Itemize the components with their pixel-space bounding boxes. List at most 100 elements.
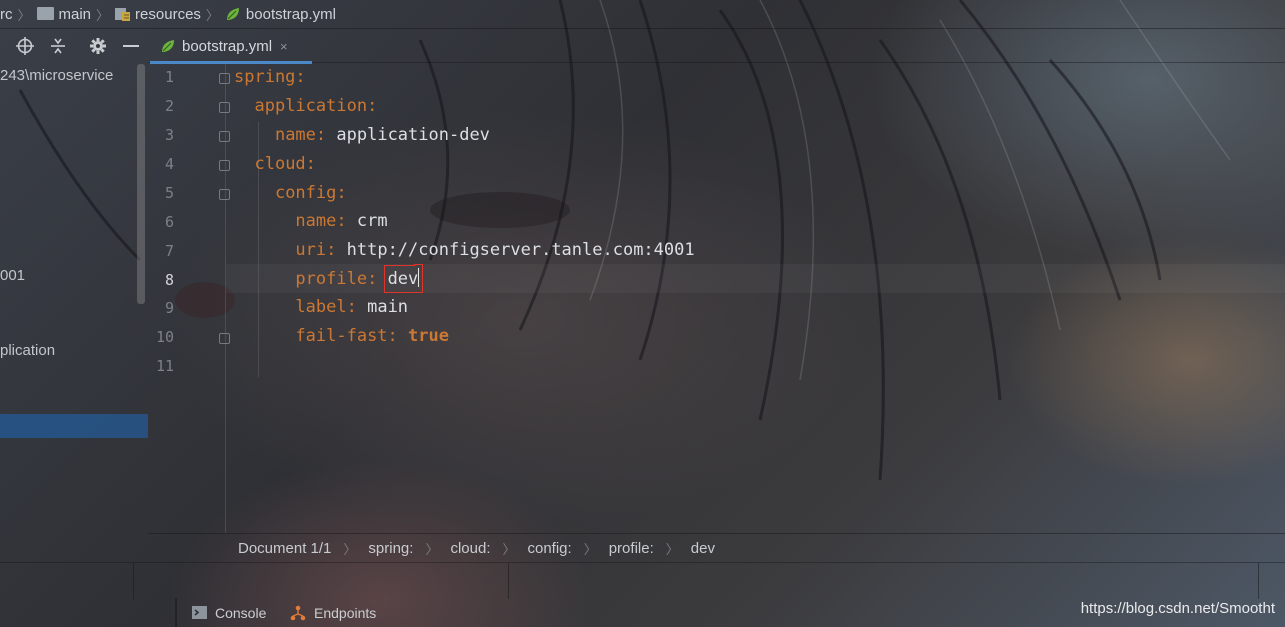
line-number: 10 (155, 328, 174, 346)
breadcrumb-label: bootstrap.yml (245, 5, 336, 23)
breadcrumb-label: rc (0, 5, 13, 23)
editor-gutter: 1 2 3 4 5 6 7 8 9 10 11 (148, 63, 230, 533)
tree-row-selected[interactable] (0, 414, 148, 438)
breadcrumb-separator: 〉 (96, 7, 110, 23)
tree-row-application[interactable]: plication (0, 342, 55, 359)
editor-tab-bar: bootstrap.yml × (148, 29, 1285, 64)
code-line: config: (274, 183, 347, 203)
endpoints-label: Endpoints (314, 604, 377, 621)
highlighted-value[interactable]: dev (383, 265, 424, 293)
breadcrumb-separator: 〉 (343, 541, 357, 557)
file-breadcrumb: rc 〉 main 〉 resources 〉 bootstrap.yml (0, 0, 1285, 29)
breadcrumb-separator: 〉 (425, 541, 439, 557)
breadcrumb-label: main (58, 5, 92, 23)
collapse-icon[interactable] (48, 36, 68, 56)
project-panel: 243\microservice 001 plication (0, 29, 148, 596)
code-line: uri: http://configserver.tanle.com:4001 (295, 240, 695, 260)
panel-divider (508, 563, 509, 599)
line-number: 7 (164, 242, 174, 260)
yaml-key: application (254, 96, 368, 116)
endpoints-icon (290, 605, 306, 620)
yaml-value: crm (356, 211, 388, 231)
fold-marker-icon[interactable] (219, 333, 230, 344)
yaml-key: fail-fast (295, 326, 388, 346)
breadcrumb-separator: 〉 (205, 7, 219, 23)
line-number: 9 (164, 299, 174, 317)
structure-item-cloud[interactable]: cloud: (450, 540, 490, 557)
tab-bootstrap-yml[interactable]: bootstrap.yml × (150, 29, 312, 64)
structure-item-dev[interactable]: dev (691, 540, 715, 557)
structure-breadcrumb: Document 1/1 〉 spring: 〉 cloud: 〉 config… (148, 533, 1285, 562)
tree-row-label: plication (0, 342, 56, 359)
project-panel-scrollbar[interactable] (137, 64, 145, 304)
panel-divider (133, 563, 134, 599)
text-caret (418, 268, 420, 287)
tree-row-module[interactable]: 001 (0, 267, 25, 284)
line-number: 4 (164, 155, 174, 173)
fold-marker-icon[interactable] (219, 73, 230, 84)
yaml-key: cloud (254, 154, 306, 174)
breadcrumb-separator: 〉 (665, 541, 679, 557)
breadcrumb-item-main[interactable]: main 〉 (36, 5, 116, 24)
line-number: 3 (164, 126, 174, 144)
code-line: cloud: (254, 154, 316, 174)
yaml-key: uri (295, 240, 327, 260)
spring-leaf-icon (162, 40, 174, 52)
project-panel-toolbar (0, 29, 148, 63)
endpoints-button[interactable]: Endpoints (290, 598, 376, 627)
minimize-icon[interactable] (121, 36, 141, 56)
structure-item-config[interactable]: config: (528, 540, 572, 557)
panel-divider (1258, 563, 1259, 599)
yaml-key: config (274, 183, 337, 203)
code-line: label: main (295, 297, 409, 317)
code-line: name: application-dev (274, 125, 490, 145)
breadcrumb-label: resources (135, 5, 201, 23)
fold-marker-icon[interactable] (219, 189, 230, 200)
structure-item-profile[interactable]: profile: (609, 540, 654, 557)
code-line: application: (254, 96, 378, 116)
console-label: Console (215, 604, 267, 621)
resources-folder-icon (115, 8, 131, 21)
close-icon[interactable]: × (280, 39, 288, 54)
line-number: 6 (164, 213, 174, 231)
line-number: 2 (164, 97, 174, 115)
tree-row-label: 243\microservice (0, 67, 114, 84)
breadcrumb-item-rc[interactable]: rc 〉 (0, 5, 37, 24)
document-indicator[interactable]: Document 1/1 (238, 540, 331, 557)
yaml-key: profile (295, 269, 368, 289)
code-line: spring: (234, 67, 306, 87)
breadcrumb-item-resources[interactable]: resources 〉 (115, 5, 225, 24)
line-number: 1 (164, 68, 174, 86)
spring-leaf-icon (226, 8, 239, 20)
line-number: 5 (164, 184, 174, 202)
gear-icon[interactable] (88, 36, 108, 56)
console-button[interactable]: Console (192, 598, 266, 627)
structure-item-spring[interactable]: spring: (368, 540, 413, 557)
code-line: fail-fast: true (295, 326, 449, 346)
tool-window-divider (175, 598, 177, 627)
yaml-boolean: true (408, 326, 449, 346)
breadcrumb-separator: 〉 (502, 541, 516, 557)
breadcrumb-item-bootstrap[interactable]: bootstrap.yml (225, 6, 336, 23)
breadcrumb-separator: 〉 (583, 541, 597, 557)
locate-icon[interactable] (15, 36, 35, 56)
fold-marker-icon[interactable] (219, 160, 230, 171)
tree-row-label: 001 (0, 267, 26, 284)
yaml-value: main (367, 297, 409, 317)
tree-row-project-root[interactable]: 243\microservice (0, 67, 113, 84)
yaml-value: http://configserver.tanle.com:4001 (346, 240, 695, 260)
code-line-current: profile: dev (295, 265, 424, 293)
line-number-current: 8 (164, 271, 174, 289)
fold-marker-icon[interactable] (219, 131, 230, 142)
yaml-key: spring (234, 67, 296, 87)
code-line: name: crm (295, 211, 388, 231)
yaml-key: label (295, 297, 347, 317)
yaml-key: name (274, 125, 316, 145)
console-icon (192, 606, 207, 619)
line-number: 11 (155, 357, 174, 375)
fold-marker-icon[interactable] (219, 102, 230, 113)
tab-label: bootstrap.yml (182, 37, 273, 55)
watermark-text: https://blog.csdn.net/Smootht (1080, 600, 1275, 617)
bottom-panel-strip (0, 562, 1285, 599)
yaml-key: name (295, 211, 337, 231)
